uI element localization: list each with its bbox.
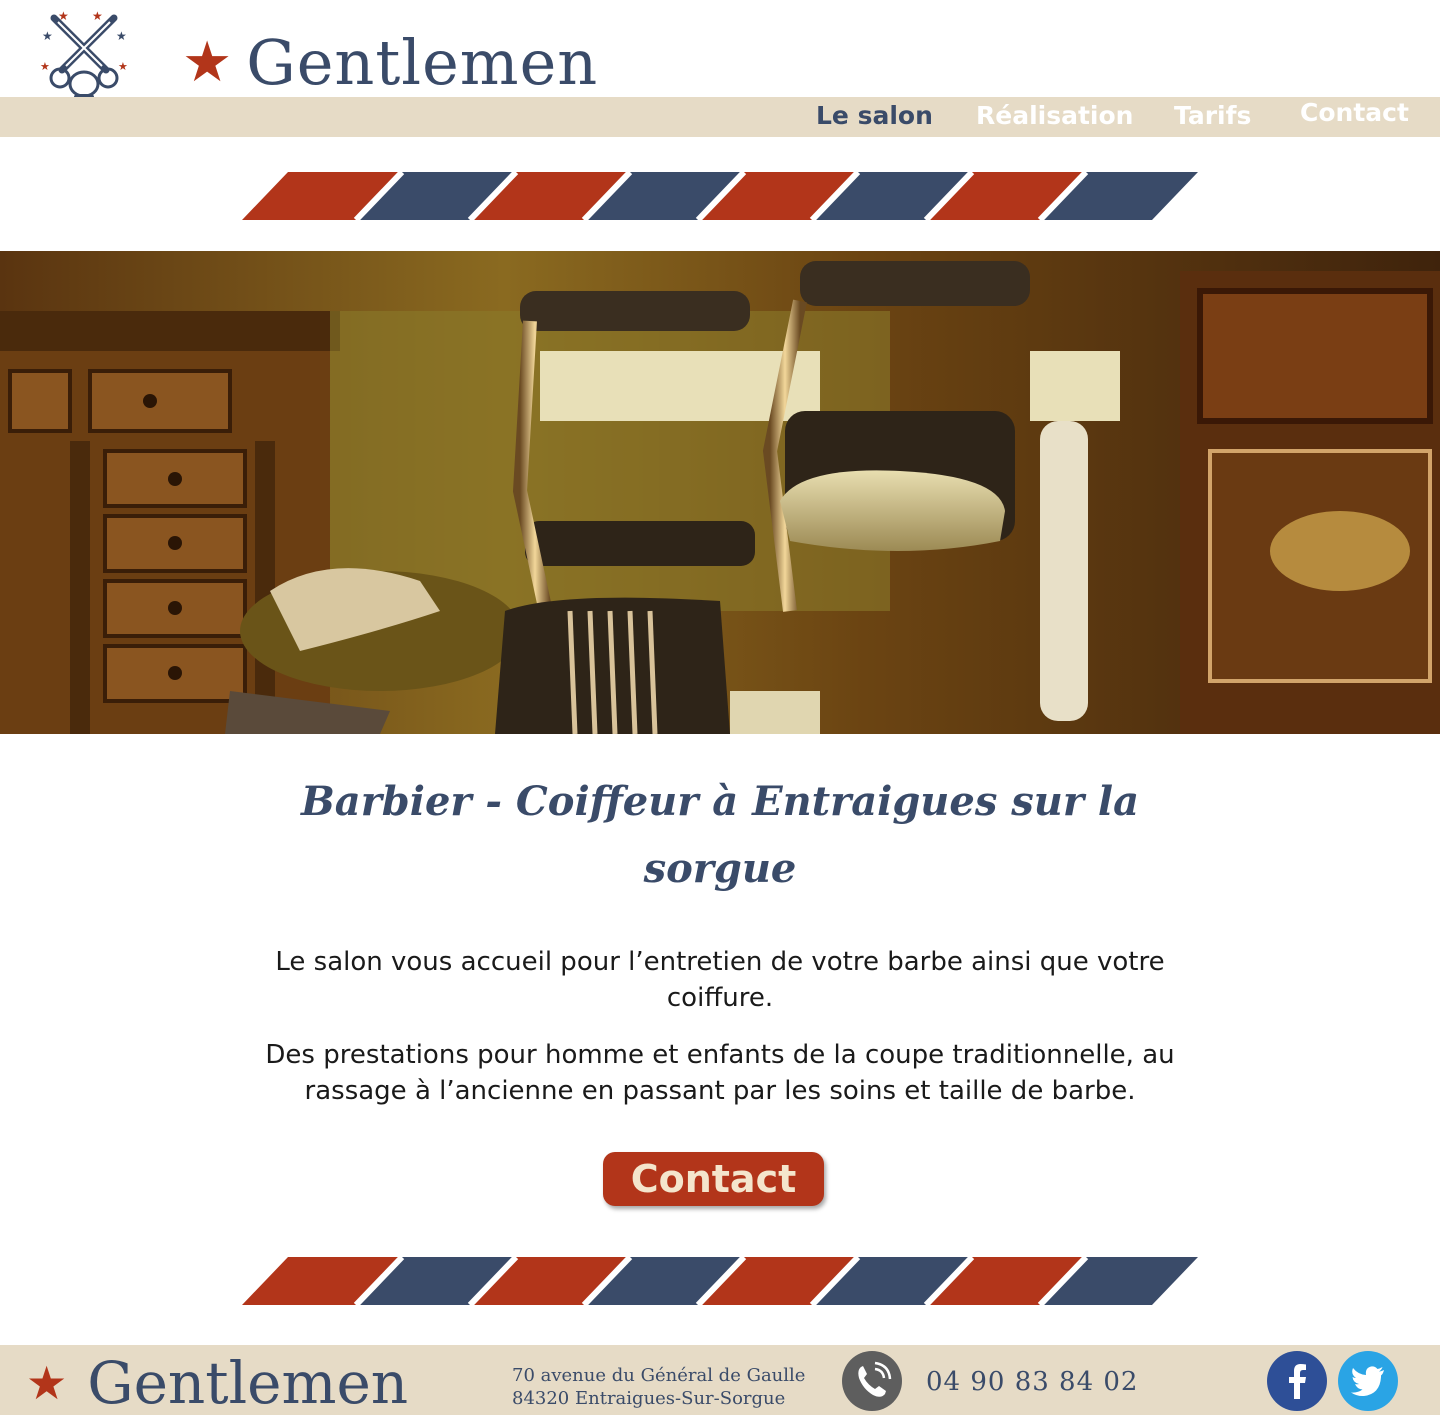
barber-stripe-divider (242, 172, 1198, 220)
phone-icon[interactable] (842, 1351, 902, 1411)
footer-brand[interactable]: ★ Gentlemen (26, 1351, 408, 1415)
nav-item-realisation[interactable]: Réalisation (976, 97, 1133, 137)
nav-item-le-salon[interactable]: Le salon (816, 97, 933, 137)
intro-paragraph: Le salon vous accueil pour l’entretien d… (275, 947, 1165, 1013)
facebook-icon[interactable] (1267, 1351, 1327, 1411)
services-paragraph: Des prestations pour homme et enfants de… (265, 1040, 1175, 1106)
page-title: Barbier - Coiffeur à Entraigues sur la s… (300, 778, 1139, 892)
main-nav: Le salon Réalisation Tarifs Contact (0, 97, 1440, 137)
svg-text:★: ★ (92, 9, 103, 23)
barber-stripe-divider (242, 1257, 1198, 1305)
site-footer: ★ Gentlemen 70 avenue du Général de Gaul… (0, 1345, 1440, 1415)
phone-number[interactable]: 04 90 83 84 02 (926, 1367, 1138, 1397)
star-icon: ★ (182, 30, 233, 95)
footer-brand-name: Gentlemen (87, 1349, 409, 1417)
brand-name: Gentlemen (246, 26, 599, 99)
nav-item-tarifs[interactable]: Tarifs (1174, 97, 1251, 137)
hero-barber-chair-image (0, 251, 1440, 734)
svg-text:★: ★ (116, 29, 127, 43)
svg-text:★: ★ (58, 9, 69, 23)
twitter-icon[interactable] (1338, 1351, 1398, 1411)
nav-item-contact[interactable]: Contact (1300, 94, 1409, 134)
svg-text:★: ★ (118, 60, 128, 73)
address: 70 avenue du Général de Gaulle 84320 Ent… (512, 1364, 805, 1410)
site-brand[interactable]: ★ Gentlemen (182, 32, 598, 94)
address-line-1: 70 avenue du Général de Gaulle (512, 1365, 806, 1386)
contact-button[interactable]: Contact (603, 1152, 824, 1206)
svg-text:★: ★ (42, 29, 53, 43)
star-icon: ★ (26, 1356, 68, 1410)
address-line-2: 84320 Entraigues-Sur-Sorgue (512, 1388, 786, 1409)
svg-text:★: ★ (40, 60, 50, 73)
